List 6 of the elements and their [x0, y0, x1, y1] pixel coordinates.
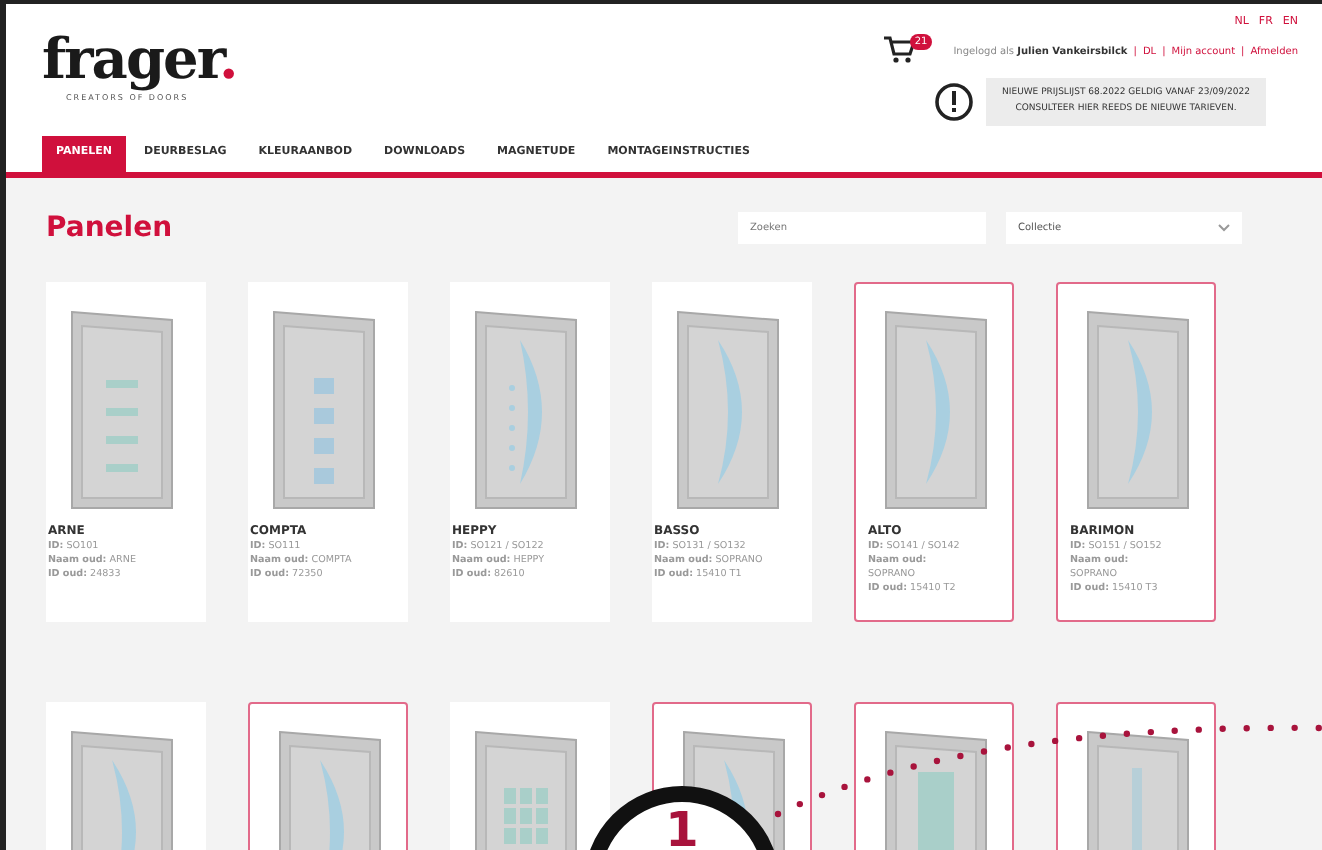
frager-logo[interactable]: frager. [42, 28, 237, 92]
cart-icon[interactable] [884, 36, 917, 68]
chevron-down-icon [1218, 224, 1230, 232]
warning-icon [934, 82, 975, 122]
callout-number: 1 [665, 802, 699, 850]
page-title: Panelen [46, 212, 173, 244]
